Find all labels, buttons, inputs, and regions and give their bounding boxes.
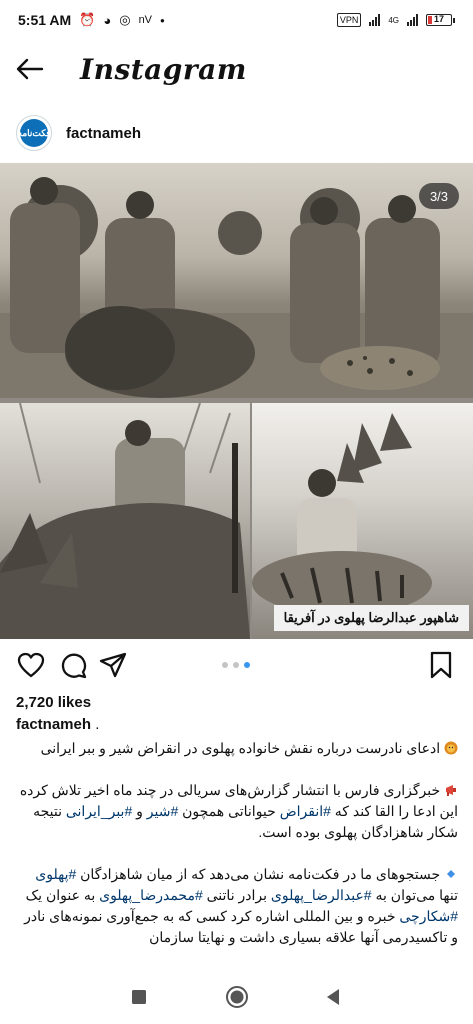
battery-icon: 17 (426, 14, 455, 26)
avatar[interactable]: فکت‌نامه (16, 115, 52, 151)
vpn-badge: VPN (336, 13, 362, 27)
avatar-logo: فکت‌نامه (18, 119, 51, 147)
comment-icon (61, 653, 87, 679)
status-bar: 5:51 AM ⏰ ◕ ◎ nV ● VPN 4G 17 (0, 0, 473, 40)
lion-emoji-icon (444, 741, 458, 755)
likes-count[interactable]: 2,720 likes (16, 694, 91, 711)
comment-button[interactable] (58, 650, 88, 680)
hashtag-link[interactable]: #عبدالرضا_پهلوی (271, 887, 372, 903)
caption-author-suffix: . (91, 716, 100, 733)
photo-panel-tiger (252, 403, 473, 639)
status-time: 5:51 AM (18, 12, 72, 28)
carousel-dot (233, 662, 239, 668)
image-counter: 3/3 (419, 183, 459, 209)
back-button[interactable] (0, 44, 60, 94)
bookmark-icon (430, 651, 452, 679)
heart-icon (17, 652, 45, 678)
carousel-dot-active (244, 662, 250, 668)
alarm-icon: ⏰ (79, 12, 96, 27)
square-icon (132, 990, 146, 1004)
post-image[interactable]: 3/3 شاهپور عبدالرضا پهلوی در آفریقا (0, 163, 473, 639)
photo-panel-rhino (0, 403, 250, 639)
hashtag-link[interactable]: #محمدرضا_پهلوی (99, 887, 203, 903)
caption-line-1: ادعای نادرست درباره نقش خانواده پهلوی در… (40, 740, 441, 756)
caption-text: و (132, 803, 147, 819)
save-button[interactable] (426, 650, 456, 680)
caption-text: تنها می‌توان به (371, 887, 458, 903)
caption-paragraph-2: خبرگزاری فارس با انتشار گزارش‌های سریالی… (16, 780, 458, 843)
post-actions (0, 640, 473, 688)
post-username[interactable]: factnameh (66, 125, 141, 142)
signal-icon-2 (407, 14, 418, 26)
caption-text: خبره و بین المللی اشاره کرد کسی که به جم… (24, 908, 458, 945)
circle-icon (226, 986, 248, 1008)
caption-text: جستجوهای ما در فکت‌نامه نشان می‌دهد که ا… (76, 866, 441, 882)
blue-diamond-emoji-icon (447, 870, 455, 878)
caption-author[interactable]: factnameh (16, 716, 91, 733)
megaphone-emoji-icon (446, 785, 456, 796)
caption-paragraph-3: جستجوهای ما در فکت‌نامه نشان می‌دهد که ا… (16, 864, 458, 948)
app-header: Instagram (0, 44, 473, 94)
triangle-back-icon (327, 989, 339, 1005)
back-nav-button[interactable] (316, 980, 350, 1014)
caption-author-line: factnameh . (16, 716, 99, 733)
caption-text: حیواناتی همچون (178, 803, 280, 819)
photo-panel-hunters-lion (0, 163, 473, 398)
signal-icon (369, 14, 381, 26)
image-caption: شاهپور عبدالرضا پهلوی در آفریقا (273, 605, 469, 631)
send-icon (99, 652, 127, 678)
battery-level: 17 (433, 14, 444, 24)
status-extra: nV (138, 14, 153, 26)
caption-paragraph-1: ادعای نادرست درباره نقش خانواده پهلوی در… (16, 738, 458, 759)
caption-text: برادر ناتنی (202, 887, 271, 903)
carousel-dot (222, 662, 228, 668)
recent-apps-button[interactable] (122, 980, 156, 1014)
home-button[interactable] (220, 980, 254, 1014)
hashtag-link[interactable]: #انقراض (280, 803, 331, 819)
hashtag-link[interactable]: #ببر_ایرانی (66, 803, 132, 819)
post-header: فکت‌نامه factnameh (0, 108, 473, 158)
carousel-indicator (222, 662, 250, 668)
instagram-notification-icon: ◎ (119, 12, 131, 27)
share-button[interactable] (98, 650, 128, 680)
caption-text: به عنوان یک (25, 887, 100, 903)
like-button[interactable] (16, 650, 46, 680)
chat-icon: ◕ (103, 12, 112, 28)
post-caption: ادعای نادرست درباره نقش خانواده پهلوی در… (16, 738, 458, 968)
hashtag-link[interactable]: #پهلوی (35, 866, 76, 882)
network-type: 4G (388, 15, 399, 25)
app-title: Instagram (80, 52, 247, 86)
hashtag-link[interactable]: #شیر (147, 803, 178, 819)
hashtag-link[interactable]: #شکارچی (399, 908, 458, 924)
arrow-left-icon (16, 58, 44, 80)
system-nav-bar (0, 970, 473, 1024)
dot-icon: ● (160, 15, 165, 25)
